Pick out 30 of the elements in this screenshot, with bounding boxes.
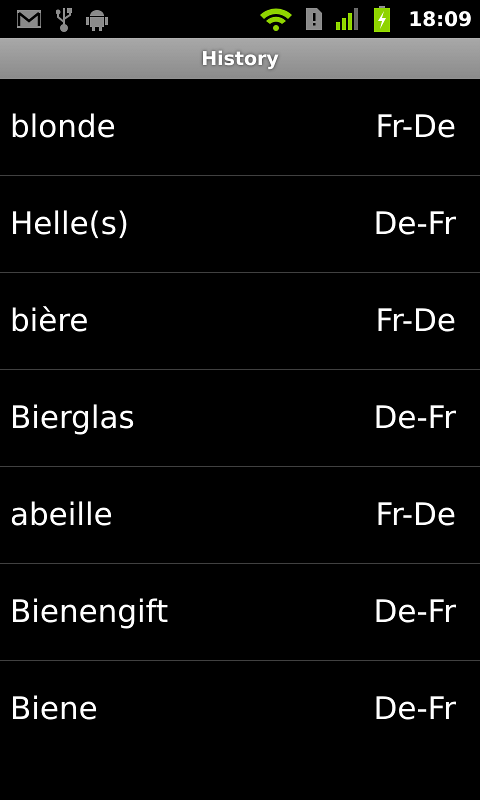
language-pair: De-Fr bbox=[374, 691, 456, 727]
history-item[interactable]: bière Fr-De bbox=[0, 273, 480, 370]
history-word: Bierglas bbox=[10, 400, 135, 436]
language-pair: De-Fr bbox=[374, 400, 456, 436]
language-pair: Fr-De bbox=[376, 497, 456, 533]
history-word: Helle(s) bbox=[10, 206, 130, 242]
history-word: Bienengift bbox=[10, 594, 168, 630]
language-pair: Fr-De bbox=[376, 303, 456, 339]
screen-title: History bbox=[201, 48, 279, 70]
history-item[interactable]: Bierglas De-Fr bbox=[0, 370, 480, 467]
history-item[interactable]: Biene De-Fr bbox=[0, 661, 480, 757]
language-pair: De-Fr bbox=[374, 594, 456, 630]
wifi-icon bbox=[260, 7, 292, 31]
language-pair: De-Fr bbox=[374, 206, 456, 242]
android-icon bbox=[86, 7, 108, 31]
signal-icon bbox=[336, 8, 360, 30]
battery-charging-icon bbox=[374, 6, 390, 32]
history-word: blonde bbox=[10, 109, 116, 145]
history-item[interactable]: Bienengift De-Fr bbox=[0, 564, 480, 661]
history-word: Biene bbox=[10, 691, 98, 727]
history-word: bière bbox=[10, 303, 88, 339]
clock-time: 18:09 bbox=[408, 7, 472, 31]
history-item[interactable]: abeille Fr-De bbox=[0, 467, 480, 564]
history-item[interactable]: blonde Fr-De bbox=[0, 79, 480, 176]
mail-icon bbox=[16, 9, 42, 29]
language-pair: Fr-De bbox=[376, 109, 456, 145]
usb-icon bbox=[56, 6, 72, 32]
sim-alert-icon bbox=[306, 8, 322, 30]
history-item[interactable]: Helle(s) De-Fr bbox=[0, 176, 480, 273]
history-word: abeille bbox=[10, 497, 113, 533]
